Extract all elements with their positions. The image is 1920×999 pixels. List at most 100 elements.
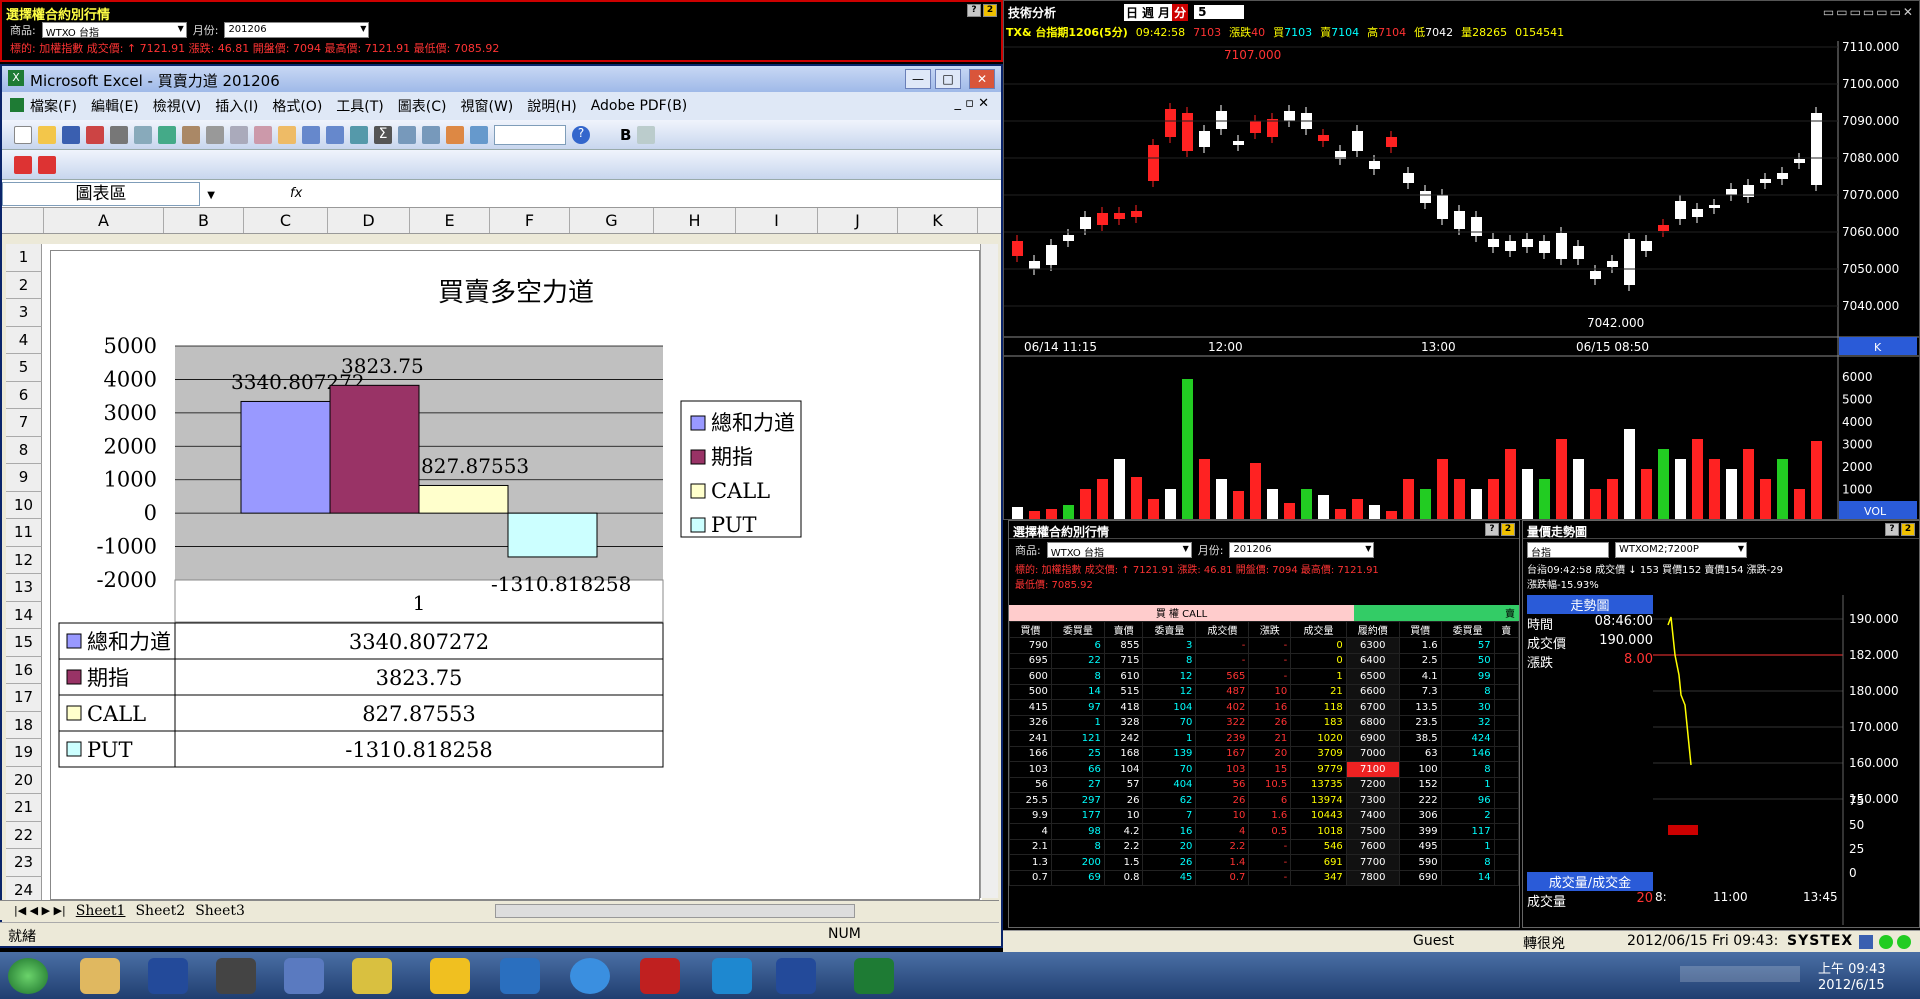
- zoom-select[interactable]: [494, 124, 566, 145]
- row-header[interactable]: 1: [6, 244, 42, 272]
- column-header[interactable]: K: [898, 208, 978, 233]
- column-header[interactable]: A: [44, 208, 164, 233]
- row-header[interactable]: 17: [6, 684, 42, 712]
- column-header[interactable]: H: [654, 208, 736, 233]
- monitor-icon[interactable]: [500, 958, 540, 994]
- menu-file[interactable]: 檔案(F): [30, 96, 77, 116]
- option-row[interactable]: 1.3 200 1.5 26 1.4-691 7700 590 8: [1009, 854, 1520, 871]
- column-header[interactable]: 委買量: [1050, 621, 1105, 638]
- row-header[interactable]: 14: [6, 601, 42, 629]
- bar-總和力道[interactable]: [240, 400, 331, 514]
- open-folder-icon[interactable]: [38, 125, 56, 144]
- product-select[interactable]: WTXO 台指 ▼: [1046, 542, 1192, 559]
- column-header[interactable]: C: [244, 208, 328, 233]
- tab-minute[interactable]: 分: [1172, 3, 1189, 21]
- drawing-icon[interactable]: [470, 125, 488, 144]
- cut-icon[interactable]: [206, 125, 224, 144]
- option-row[interactable]: 25.5 297 26 62 26 6 13974 7300 222 96: [1009, 792, 1520, 809]
- menu-adobe-pdf[interactable]: Adobe PDF(B): [591, 98, 688, 114]
- option-row[interactable]: 2.1 8 2.2 20 2.2-546 7600 495 1: [1009, 838, 1520, 855]
- menu-window[interactable]: 視窗(W): [460, 96, 513, 116]
- bar-期指[interactable]: [329, 384, 420, 514]
- row-header[interactable]: 21: [6, 794, 42, 822]
- code-select[interactable]: WTXOM2;7200P ▼: [1615, 542, 1747, 558]
- column-header[interactable]: 買價: [1398, 621, 1442, 638]
- name-box[interactable]: 圖表區 ▼: [2, 181, 215, 206]
- tech-window-controls[interactable]: ▭▭▭▭▭▭✕: [1823, 5, 1915, 19]
- autosum-icon[interactable]: Σ: [374, 125, 392, 144]
- column-header[interactable]: J: [818, 208, 898, 233]
- help-icon[interactable]: 2: [983, 4, 997, 17]
- close-button[interactable]: ✕: [969, 69, 995, 89]
- menu-format[interactable]: 格式(O): [272, 96, 322, 116]
- menu-insert[interactable]: 插入(I): [215, 96, 258, 116]
- candlestick-chart[interactable]: 7110.000 7100.000 7090.000 7080.000 7070.000…: [1004, 40, 1919, 519]
- option-row[interactable]: 790 6 855 3- -0 6300 1.6 57: [1009, 637, 1520, 654]
- horizontal-scrollbar[interactable]: [494, 903, 855, 918]
- column-header[interactable]: G: [570, 208, 654, 233]
- row-header[interactable]: 10: [6, 491, 42, 519]
- format-painter-icon[interactable]: [278, 125, 296, 144]
- sheet-tab-sheet2[interactable]: Sheet2: [135, 903, 185, 919]
- tab-scroll-arrows[interactable]: |◀ ◀ ▶ ▶|: [14, 904, 66, 917]
- app-icon[interactable]: [216, 958, 256, 994]
- option-row[interactable]: 695 22 715 8- -0 6400 2.5 50: [1009, 652, 1520, 669]
- bold-button[interactable]: B: [620, 126, 631, 144]
- explorer-icon[interactable]: [80, 958, 120, 994]
- copy-icon[interactable]: [230, 125, 248, 144]
- row-header[interactable]: 20: [6, 766, 42, 794]
- tab-month[interactable]: 月: [1156, 3, 1173, 21]
- menu-chart[interactable]: 圖表(C): [398, 96, 447, 116]
- row-header[interactable]: 11: [6, 519, 42, 547]
- option-row[interactable]: 103 66 104 70 103 15 9779 7100 100 8: [1009, 761, 1520, 778]
- column-header[interactable]: 履約價: [1345, 621, 1400, 638]
- start-button[interactable]: [8, 958, 48, 994]
- clock-time[interactable]: 上午 09:43: [1818, 958, 1886, 977]
- minimize-button[interactable]: —: [905, 69, 931, 89]
- period-select[interactable]: 5: [1194, 5, 1245, 19]
- sheet-tab-sheet1[interactable]: Sheet1: [76, 903, 126, 919]
- internet-explorer-icon[interactable]: [570, 958, 610, 994]
- permission-icon[interactable]: [86, 125, 104, 144]
- column-header[interactable]: 漲跌: [1248, 621, 1292, 638]
- option-row[interactable]: 326 1 328 70 322 26 183 6800 23.5 32: [1009, 714, 1520, 731]
- tab-week[interactable]: 週: [1140, 3, 1157, 21]
- chart-area[interactable]: 買賣多空力道 5000 4000 3000 2000 1000 0 -1000 -2000 1 3…: [50, 250, 980, 900]
- plot-area[interactable]: 500040003000200010000-1000-200013340.807…: [96, 334, 664, 623]
- worksheet[interactable]: 買賣多空力道 5000 4000 3000 2000 1000 0 -1000 -2000 1 3…: [42, 244, 982, 902]
- column-header[interactable]: E: [410, 208, 490, 233]
- select-all-corner[interactable]: [2, 208, 44, 233]
- chart-object-icon[interactable]: [637, 125, 656, 144]
- option-row[interactable]: 415 97 418 104 402 16 118 6700 13.5 30: [1009, 699, 1520, 716]
- column-header[interactable]: 委賣量: [1142, 621, 1197, 638]
- column-header[interactable]: 賣: [1493, 621, 1520, 638]
- row-header[interactable]: 5: [6, 354, 42, 382]
- spellcheck-icon[interactable]: [158, 125, 176, 144]
- column-header[interactable]: I: [736, 208, 818, 233]
- column-header[interactable]: 成交量: [1290, 621, 1347, 638]
- app-icon[interactable]: [430, 958, 470, 994]
- row-header[interactable]: 4: [6, 326, 42, 354]
- new-file-icon[interactable]: [14, 125, 32, 144]
- row-header[interactable]: 13: [6, 574, 42, 602]
- menu-view[interactable]: 檢視(V): [153, 96, 202, 116]
- row-header[interactable]: 19: [6, 739, 42, 767]
- menu-help[interactable]: 說明(H): [527, 96, 576, 116]
- column-header[interactable]: 賣價: [1103, 621, 1144, 638]
- tab-day[interactable]: 日: [1124, 3, 1141, 21]
- minimize-icon[interactable]: ?: [1485, 523, 1499, 536]
- help-icon[interactable]: 2: [1501, 523, 1515, 536]
- excel-taskbar-icon[interactable]: [854, 958, 894, 994]
- column-header[interactable]: D: [328, 208, 410, 233]
- print-icon[interactable]: [110, 125, 128, 144]
- bar-CALL[interactable]: [418, 484, 509, 514]
- chart-wizard-icon[interactable]: [446, 125, 464, 144]
- month-select[interactable]: 201206 ▼: [224, 22, 370, 38]
- paste-icon[interactable]: [254, 125, 272, 144]
- option-row[interactable]: 241 121 242 1 239 21 1020 6900 38.5 424: [1009, 730, 1520, 747]
- option-row[interactable]: 4 98 4.2 16 4 0.5 1018 7500 399 117: [1009, 823, 1520, 840]
- intraday-chart[interactable]: 190.000182.000180.000170.000160.000150.0…: [1653, 595, 1919, 925]
- menu-edit[interactable]: 編輯(E): [91, 96, 139, 116]
- minimize-icon[interactable]: ?: [1885, 523, 1899, 536]
- research-icon[interactable]: [182, 125, 200, 144]
